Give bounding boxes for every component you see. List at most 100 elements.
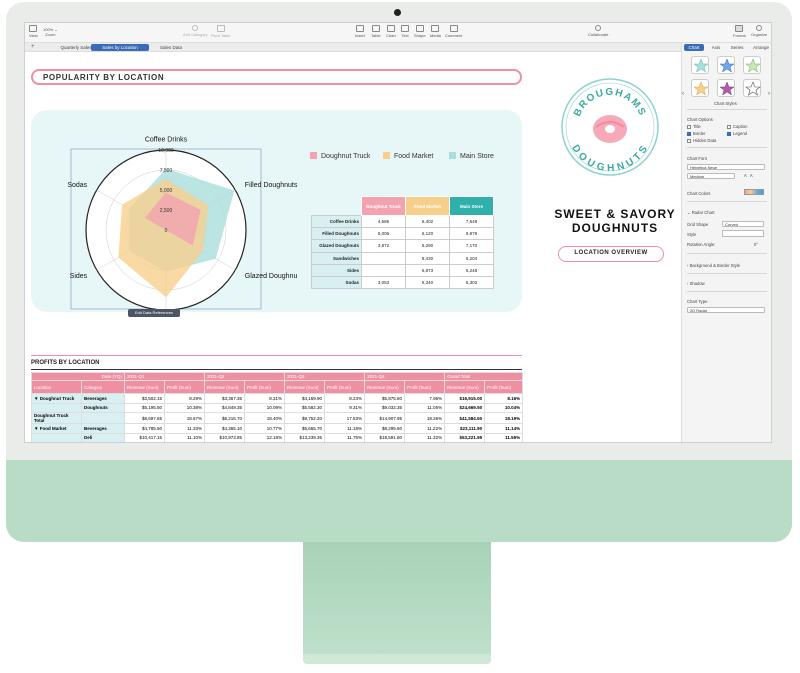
pivot-location-header: Location bbox=[31, 380, 82, 394]
pivot-title: PROFITS BY LOCATION bbox=[31, 360, 100, 366]
pivot-value-cell: $4,849.35 bbox=[204, 402, 246, 413]
border-checkbox[interactable]: Border bbox=[687, 131, 706, 136]
summary-row: Sandwiches 8,430 5,204 bbox=[311, 251, 494, 265]
hidden-data-checkbox[interactable]: Hidden Data bbox=[687, 138, 716, 143]
pivot-value-cell: 10.09% bbox=[244, 402, 286, 413]
styles-next-icon[interactable]: › bbox=[768, 91, 770, 97]
organize-button[interactable]: Organize bbox=[751, 25, 767, 37]
zoom-button[interactable]: 100% ⌄ Zoom bbox=[43, 27, 58, 37]
tab-arrange[interactable]: Arrange bbox=[750, 44, 771, 51]
shape-button[interactable]: Shape bbox=[414, 25, 426, 38]
sidebar-icon bbox=[29, 25, 38, 32]
pivot-location-cell bbox=[32, 443, 82, 444]
format-button[interactable]: Format bbox=[733, 25, 746, 38]
insert-button[interactable]: Insert bbox=[355, 25, 365, 38]
chart-style-swatch[interactable] bbox=[691, 79, 709, 97]
title-checkbox[interactable]: Title bbox=[687, 124, 701, 129]
sheet-tab-sales-data[interactable]: Sales Data bbox=[153, 44, 189, 51]
chart-label: Chart bbox=[386, 33, 396, 38]
radar-tick-label: 5,000 bbox=[160, 188, 173, 194]
pivot-date-header: Date (YQ) bbox=[30, 372, 126, 381]
legend-doughnut-truck: Doughnut Truck bbox=[310, 152, 370, 160]
star-icon bbox=[719, 58, 735, 73]
caption-checkbox[interactable]: Caption bbox=[727, 124, 747, 129]
summary-cell: 5,204 bbox=[449, 251, 494, 265]
summary-cell: 4,686 bbox=[361, 214, 406, 229]
background-border-heading[interactable]: › Background & Border Style bbox=[687, 263, 740, 268]
chart-button[interactable]: Chart bbox=[386, 25, 396, 38]
summary-corner bbox=[312, 197, 362, 216]
pivot-category-cell bbox=[80, 412, 126, 424]
edit-data-references-button[interactable]: Edit Data References bbox=[128, 309, 180, 317]
font-size-buttons[interactable]: A A bbox=[744, 173, 753, 178]
shadow-heading[interactable]: › Shadow bbox=[687, 281, 705, 286]
font-weight-select[interactable]: Medium bbox=[687, 173, 735, 179]
add-category-label: Add Category bbox=[183, 32, 208, 37]
font-family-select[interactable]: Helvetica Neue bbox=[687, 164, 765, 170]
popularity-title-box[interactable]: POPULARITY BY LOCATION bbox=[31, 69, 522, 85]
pivot-row: Doughnuts $5,195.50 10.38% $4,849.35 10.09% $… bbox=[31, 402, 524, 413]
pivot-value-cell: $18,591.80 bbox=[364, 432, 406, 442]
comment-button[interactable]: Comment bbox=[445, 25, 462, 38]
add-sheet-icon[interactable]: + bbox=[31, 44, 35, 50]
radar-style-segmented[interactable] bbox=[722, 230, 764, 237]
tab-chart[interactable]: Chart bbox=[684, 44, 704, 51]
summary-table[interactable]: Doughnut Truck Food Market Main Store Co… bbox=[311, 196, 494, 290]
add-category-button[interactable]: Add Category bbox=[183, 25, 207, 37]
pivot-table[interactable]: Date (YQ) 2021-Q1 2021-Q2 2021-Q3 2021-Q… bbox=[30, 372, 524, 444]
sheet-tab-bar: + Quarterly Sales Sales by Location Sale… bbox=[25, 43, 681, 52]
tab-axis[interactable]: Axis bbox=[708, 44, 724, 51]
grid-shape-label: Grid Shape bbox=[687, 222, 709, 227]
pivot-quarter-header: 2021-Q4 bbox=[364, 372, 446, 381]
table-button[interactable]: Table bbox=[371, 25, 381, 38]
view-button[interactable]: View bbox=[29, 25, 38, 38]
text-button[interactable]: Text bbox=[401, 25, 409, 38]
chart-style-swatch[interactable] bbox=[691, 56, 709, 74]
chart-style-swatch[interactable] bbox=[743, 56, 761, 74]
pivot-quarter-header: 2021-Q1 bbox=[124, 372, 206, 381]
chart-colors-picker[interactable] bbox=[744, 189, 764, 195]
pivot-quarter-header: 2021-Q2 bbox=[204, 372, 286, 381]
pivot-value-cell: 11.14% bbox=[484, 423, 524, 434]
grid-shape-select[interactable]: Curved bbox=[722, 221, 764, 227]
sheet-tab-sales-by-location[interactable]: Sales by Location bbox=[91, 44, 149, 51]
chart-style-swatch[interactable] bbox=[717, 56, 735, 74]
chart-style-swatch[interactable] bbox=[743, 79, 761, 97]
pivot-profit-header: Profit (Sum) bbox=[324, 380, 366, 394]
pivot-value-cell: $12,772.90 bbox=[365, 443, 405, 444]
styles-prev-icon[interactable]: ‹ bbox=[682, 91, 684, 97]
checkbox-icon bbox=[727, 125, 731, 129]
collaborate-button[interactable]: Collaborate bbox=[588, 25, 608, 37]
radar-tick-label: 0 bbox=[165, 228, 168, 234]
pivot-row: ▼ Doughnut Truck Beverages $3,502.15 8.29% $… bbox=[31, 393, 524, 404]
pivot-value-cell: 11.22% bbox=[404, 423, 446, 434]
radar-category-label: Sodas bbox=[67, 182, 87, 189]
pivot-table-button[interactable]: Pivot Table bbox=[211, 25, 231, 38]
pivot-value-cell: $5,582.30 bbox=[284, 402, 326, 413]
pivot-revenue-header: Revenue (Sum) bbox=[284, 380, 326, 394]
zoom-label: Zoom bbox=[45, 32, 56, 37]
media-icon bbox=[431, 25, 440, 32]
legend-checkbox[interactable]: Legend bbox=[727, 131, 747, 136]
pivot-value-cell: $4,169.90 bbox=[284, 393, 326, 404]
chart-type-select[interactable]: 2D Radar bbox=[687, 307, 765, 313]
media-button[interactable]: Media bbox=[430, 25, 441, 38]
summary-cell: 8,430 bbox=[405, 251, 450, 265]
tab-series[interactable]: Series bbox=[728, 44, 746, 51]
checkbox-checked-icon bbox=[687, 132, 691, 136]
pivot-value-cell: $24,669.50 bbox=[444, 402, 486, 413]
pivot-title-rule bbox=[31, 369, 522, 370]
checkbox-icon bbox=[687, 125, 691, 129]
chart-style-swatch[interactable] bbox=[717, 79, 735, 97]
radar-chart[interactable]: 0 2,500 5,000 7,500 10,000 Coffee Drinks Fill… bbox=[57, 116, 297, 316]
pivot-location-cell: ▼ Doughnut Truck bbox=[31, 393, 82, 404]
pivot-value-cell: $35,707.40 bbox=[445, 443, 485, 444]
insert-label: Insert bbox=[355, 33, 366, 38]
pivot-category-header: Category bbox=[80, 380, 126, 394]
pivot-value-cell: 11.75% bbox=[324, 432, 366, 442]
rotation-angle-value[interactable]: 0° bbox=[754, 242, 758, 247]
summary-cell: 5,006 bbox=[361, 227, 406, 241]
legend-swatch bbox=[383, 152, 390, 159]
pivot-revenue-header: Revenue (Sum) bbox=[364, 380, 406, 394]
location-overview-button[interactable]: LOCATION OVERVIEW bbox=[558, 246, 664, 262]
